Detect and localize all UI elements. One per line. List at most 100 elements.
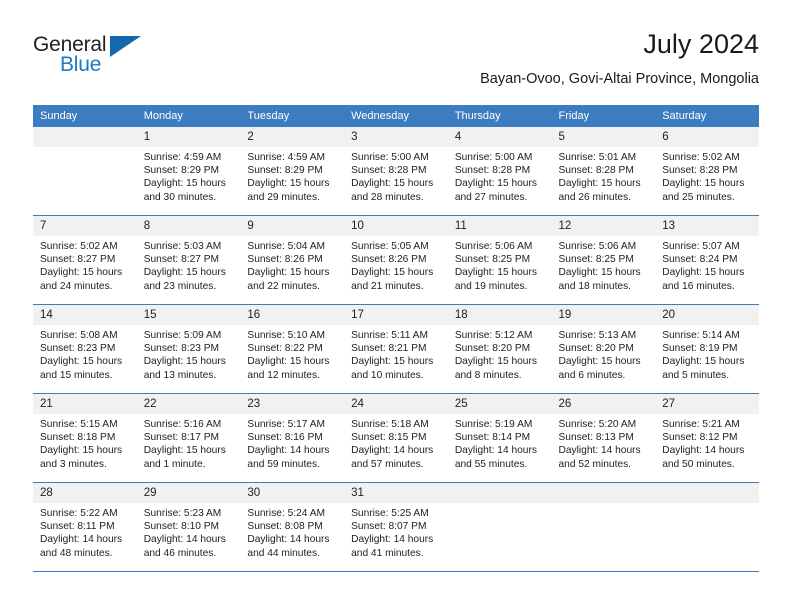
daylight-text-line1: Daylight: 15 hours: [558, 267, 641, 279]
daylight-text-line1: Daylight: 15 hours: [351, 356, 434, 368]
week-row: 21 Sunrise: 5:15 AM Sunset: 8:18 PM Dayl…: [33, 393, 759, 483]
daylight-text-line1: Daylight: 14 hours: [247, 445, 330, 457]
daylight-text-line1: Daylight: 14 hours: [40, 534, 123, 546]
daylight-text-line2: and 24 minutes.: [40, 280, 113, 292]
sunrise-text: Sunrise: 5:17 AM: [247, 419, 325, 430]
day-number: 19: [551, 305, 656, 325]
day-details: [448, 503, 552, 507]
day-cell[interactable]: 1 Sunrise: 4:59 AM Sunset: 8:29 PM Dayli…: [136, 127, 241, 216]
daylight-text-line2: and 19 minutes.: [454, 280, 528, 292]
day-details: Sunrise: 4:59 AM Sunset: 8:29 PM Dayligh…: [137, 147, 241, 204]
day-cell[interactable]: 17 Sunrise: 5:11 AM Sunset: 8:21 PM Dayl…: [344, 304, 448, 394]
sunset-text: Sunset: 8:27 PM: [40, 254, 116, 266]
sunset-text: Sunset: 8:15 PM: [351, 432, 427, 444]
day-number: 12: [551, 216, 656, 236]
day-cell[interactable]: 3 Sunrise: 5:00 AM Sunset: 8:28 PM Dayli…: [344, 127, 448, 216]
day-number: 29: [136, 483, 241, 503]
daylight-text-line2: and 27 minutes.: [454, 191, 528, 203]
day-cell[interactable]: 24 Sunrise: 5:18 AM Sunset: 8:15 PM Dayl…: [344, 393, 448, 483]
day-details: Sunrise: 5:18 AM Sunset: 8:15 PM Dayligh…: [344, 414, 448, 471]
day-details: Sunrise: 5:11 AM Sunset: 8:21 PM Dayligh…: [344, 325, 448, 382]
day-cell[interactable]: 7 Sunrise: 5:02 AM Sunset: 8:27 PM Dayli…: [33, 215, 137, 305]
sunrise-text: Sunrise: 5:20 AM: [558, 419, 637, 430]
day-details: Sunrise: 5:10 AM Sunset: 8:22 PM Dayligh…: [240, 325, 344, 382]
day-cell[interactable]: 21 Sunrise: 5:15 AM Sunset: 8:18 PM Dayl…: [33, 393, 137, 483]
weekday-header-tuesday: Tuesday: [240, 105, 345, 127]
calendar-header-row: Sunday Monday Tuesday Wednesday Thursday…: [33, 105, 759, 127]
day-cell[interactable]: 20 Sunrise: 5:14 AM Sunset: 8:19 PM Dayl…: [655, 304, 759, 394]
day-cell[interactable]: 13 Sunrise: 5:07 AM Sunset: 8:24 PM Dayl…: [655, 215, 759, 305]
day-details: Sunrise: 5:04 AM Sunset: 8:26 PM Dayligh…: [240, 236, 344, 293]
day-cell[interactable]: 2 Sunrise: 4:59 AM Sunset: 8:29 PM Dayli…: [240, 127, 345, 216]
sunset-text: Sunset: 8:27 PM: [143, 254, 220, 266]
sunset-text: Sunset: 8:20 PM: [558, 343, 634, 355]
sunset-text: Sunset: 8:26 PM: [247, 254, 323, 266]
sunrise-text: Sunrise: 5:09 AM: [143, 330, 222, 341]
sunrise-text: Sunrise: 5:06 AM: [558, 241, 637, 252]
sunset-text: Sunset: 8:25 PM: [558, 254, 634, 266]
day-cell[interactable]: 15 Sunrise: 5:09 AM Sunset: 8:23 PM Dayl…: [136, 304, 241, 394]
daylight-text-line2: and 46 minutes.: [143, 547, 217, 559]
day-cell[interactable]: 29 Sunrise: 5:23 AM Sunset: 8:10 PM Dayl…: [136, 482, 241, 572]
brand-name-blue: Blue: [60, 53, 102, 76]
day-cell[interactable]: 25 Sunrise: 5:19 AM Sunset: 8:14 PM Dayl…: [447, 393, 552, 483]
day-details: Sunrise: 5:25 AM Sunset: 8:07 PM Dayligh…: [344, 503, 448, 560]
day-number: 24: [344, 394, 448, 414]
day-details: Sunrise: 5:02 AM Sunset: 8:27 PM Dayligh…: [33, 236, 137, 293]
day-cell[interactable]: 22 Sunrise: 5:16 AM Sunset: 8:17 PM Dayl…: [136, 393, 241, 483]
day-cell[interactable]: 4 Sunrise: 5:00 AM Sunset: 8:28 PM Dayli…: [447, 127, 552, 216]
day-cell[interactable]: 9 Sunrise: 5:04 AM Sunset: 8:26 PM Dayli…: [240, 215, 345, 305]
daylight-text-line1: Daylight: 14 hours: [454, 445, 537, 457]
weekday-header-wednesday: Wednesday: [344, 105, 448, 127]
sunset-text: Sunset: 8:26 PM: [351, 254, 427, 266]
day-cell[interactable]: [551, 482, 656, 572]
daylight-text-line2: and 50 minutes.: [662, 458, 735, 470]
daylight-text-line1: Daylight: 15 hours: [662, 356, 745, 368]
day-number: 7: [33, 216, 137, 236]
day-details: Sunrise: 5:17 AM Sunset: 8:16 PM Dayligh…: [240, 414, 344, 471]
day-cell[interactable]: 10 Sunrise: 5:05 AM Sunset: 8:26 PM Dayl…: [344, 215, 448, 305]
daylight-text-line2: and 1 minute.: [143, 458, 206, 470]
brand-logo[interactable]: General Blue: [33, 33, 213, 89]
day-cell[interactable]: 14 Sunrise: 5:08 AM Sunset: 8:23 PM Dayl…: [33, 304, 137, 394]
day-cell[interactable]: [655, 482, 759, 572]
day-cell[interactable]: [33, 127, 137, 216]
daylight-text-line2: and 18 minutes.: [558, 280, 632, 292]
daylight-text-line1: Daylight: 15 hours: [40, 356, 123, 368]
day-cell[interactable]: 23 Sunrise: 5:17 AM Sunset: 8:16 PM Dayl…: [240, 393, 345, 483]
sunrise-text: Sunrise: 5:01 AM: [558, 152, 637, 163]
day-details: Sunrise: 5:00 AM Sunset: 8:28 PM Dayligh…: [344, 147, 448, 204]
day-number: 23: [240, 394, 345, 414]
sunrise-text: Sunrise: 5:06 AM: [454, 241, 533, 252]
day-number: [655, 483, 759, 503]
day-cell[interactable]: 8 Sunrise: 5:03 AM Sunset: 8:27 PM Dayli…: [136, 215, 241, 305]
day-details: Sunrise: 5:16 AM Sunset: 8:17 PM Dayligh…: [137, 414, 241, 471]
day-cell[interactable]: 26 Sunrise: 5:20 AM Sunset: 8:13 PM Dayl…: [551, 393, 656, 483]
day-cell[interactable]: 12 Sunrise: 5:06 AM Sunset: 8:25 PM Dayl…: [551, 215, 656, 305]
day-cell[interactable]: [447, 482, 552, 572]
sunset-text: Sunset: 8:29 PM: [247, 165, 323, 177]
day-cell[interactable]: 16 Sunrise: 5:10 AM Sunset: 8:22 PM Dayl…: [240, 304, 345, 394]
day-cell[interactable]: 5 Sunrise: 5:01 AM Sunset: 8:28 PM Dayli…: [551, 127, 656, 216]
sunrise-text: Sunrise: 5:25 AM: [351, 508, 429, 519]
day-cell[interactable]: 6 Sunrise: 5:02 AM Sunset: 8:28 PM Dayli…: [655, 127, 759, 216]
daylight-text-line1: Daylight: 15 hours: [662, 267, 745, 279]
sunset-text: Sunset: 8:22 PM: [247, 343, 323, 355]
day-cell[interactable]: 18 Sunrise: 5:12 AM Sunset: 8:20 PM Dayl…: [447, 304, 552, 394]
day-details: Sunrise: 5:05 AM Sunset: 8:26 PM Dayligh…: [344, 236, 448, 293]
sunset-text: Sunset: 8:13 PM: [558, 432, 634, 444]
daylight-text-line1: Daylight: 15 hours: [247, 356, 330, 368]
day-cell[interactable]: 27 Sunrise: 5:21 AM Sunset: 8:12 PM Dayl…: [655, 393, 759, 483]
sunset-text: Sunset: 8:25 PM: [454, 254, 531, 266]
sunrise-text: Sunrise: 5:19 AM: [454, 419, 533, 430]
day-cell[interactable]: 19 Sunrise: 5:13 AM Sunset: 8:20 PM Dayl…: [551, 304, 656, 394]
week-row: 28 Sunrise: 5:22 AM Sunset: 8:11 PM Dayl…: [33, 482, 759, 572]
daylight-text-line1: Daylight: 15 hours: [143, 356, 226, 368]
day-cell[interactable]: 31 Sunrise: 5:25 AM Sunset: 8:07 PM Dayl…: [344, 482, 448, 572]
day-cell[interactable]: 30 Sunrise: 5:24 AM Sunset: 8:08 PM Dayl…: [240, 482, 345, 572]
day-cell[interactable]: 28 Sunrise: 5:22 AM Sunset: 8:11 PM Dayl…: [33, 482, 137, 572]
sunrise-text: Sunrise: 5:03 AM: [143, 241, 222, 252]
sunrise-text: Sunrise: 5:16 AM: [143, 419, 222, 430]
day-cell[interactable]: 11 Sunrise: 5:06 AM Sunset: 8:25 PM Dayl…: [447, 215, 552, 305]
daylight-text-line1: Daylight: 15 hours: [143, 267, 226, 279]
